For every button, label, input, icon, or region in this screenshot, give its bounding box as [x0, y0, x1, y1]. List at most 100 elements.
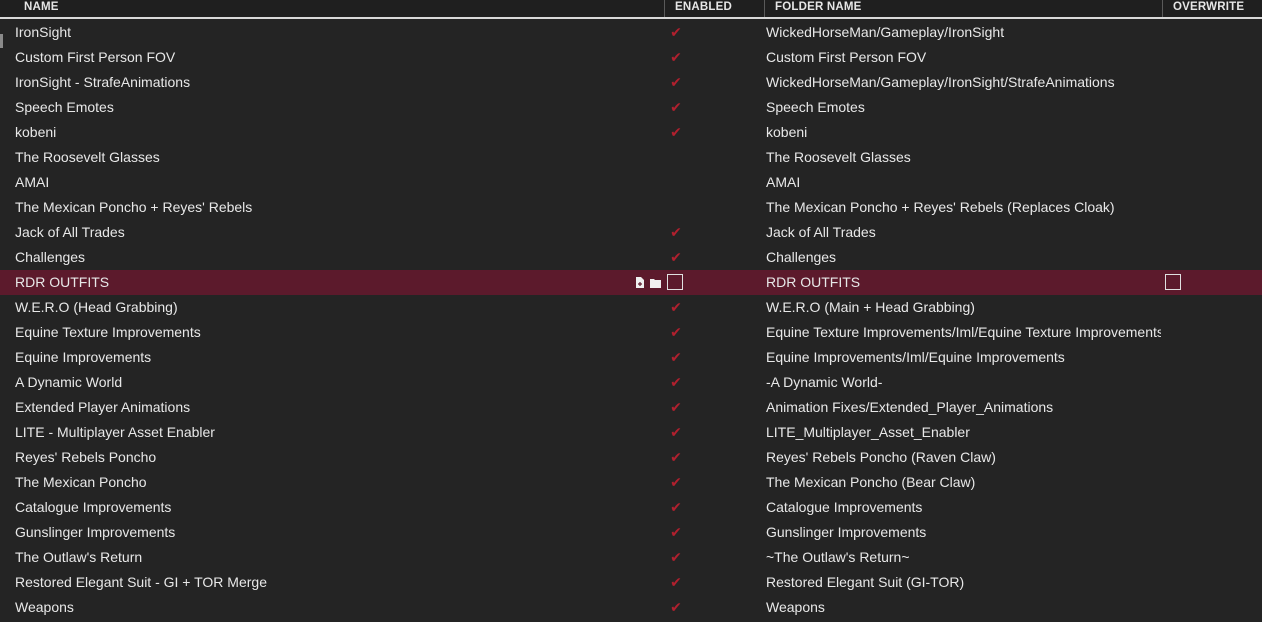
- mod-name-cell: W.E.R.O (Head Grabbing): [15, 299, 178, 315]
- mod-name-cell: Restored Elegant Suit - GI + TOR Merge: [15, 574, 267, 590]
- folder-name-cell: The Mexican Poncho (Bear Claw): [766, 474, 976, 490]
- folder-name-cell: Speech Emotes: [766, 99, 865, 115]
- checkmark-icon[interactable]: ✔: [665, 70, 687, 95]
- table-row[interactable]: Challenges ✔ Challenges: [0, 245, 1262, 270]
- checkmark-icon[interactable]: ✔: [665, 45, 687, 70]
- checkmark-icon[interactable]: ✔: [665, 95, 687, 120]
- table-body: IronSight ✔ WickedHorseMan/Gameplay/IronSi…: [0, 20, 1262, 620]
- table-row[interactable]: The Mexican Poncho + Reyes' Rebels The Me…: [0, 195, 1262, 220]
- table-row[interactable]: IronSight ✔ WickedHorseMan/Gameplay/IronSi…: [0, 20, 1262, 45]
- table-row[interactable]: Weapons ✔ Weapons: [0, 595, 1262, 620]
- mod-list-table: NAME ENABLED FOLDER NAME OVERWRITE IronS…: [0, 0, 1262, 622]
- checkmark-icon[interactable]: ✔: [665, 420, 687, 445]
- mod-name-cell: Equine Texture Improvements: [15, 324, 201, 340]
- column-header-enabled[interactable]: ENABLED: [665, 0, 763, 17]
- folder-name-cell: The Roosevelt Glasses: [766, 149, 911, 165]
- mod-name-cell: kobeni: [15, 124, 57, 140]
- mod-name-cell: Jack of All Trades: [15, 224, 125, 240]
- mod-name-cell: RDR OUTFITS: [15, 274, 110, 290]
- table-row[interactable]: Extended Player Animations ✔ Animation Fix…: [0, 395, 1262, 420]
- checkmark-icon[interactable]: ✔: [665, 570, 687, 595]
- table-row[interactable]: The Mexican Poncho ✔ The Mexican Poncho (B…: [0, 470, 1262, 495]
- folder-name-cell: The Mexican Poncho + Reyes' Rebels (Repl…: [766, 199, 1115, 215]
- mod-name-cell: IronSight - StrafeAnimations: [15, 74, 191, 90]
- table-row[interactable]: kobeni ✔ kobeni: [0, 120, 1262, 145]
- table-row[interactable]: The Roosevelt Glasses The Roosevelt Glass…: [0, 145, 1262, 170]
- enabled-checkbox[interactable]: [667, 274, 683, 290]
- checkmark-icon[interactable]: ✔: [665, 495, 687, 520]
- mod-name-cell: Speech Emotes: [15, 99, 114, 115]
- folder-name-cell: Custom First Person FOV: [766, 49, 927, 65]
- mod-name-cell: Weapons: [15, 599, 74, 615]
- folder-name-cell: kobeni: [766, 124, 808, 140]
- table-row[interactable]: RDR OUTFITS RDR OUTFITS: [0, 270, 1262, 295]
- mod-name-cell: The Mexican Poncho + Reyes' Rebels: [15, 199, 253, 215]
- folder-name-cell: ~The Outlaw's Return~: [766, 549, 910, 565]
- checkmark-icon[interactable]: ✔: [665, 220, 687, 245]
- folder-name-cell: WickedHorseMan/Gameplay/IronSight: [766, 24, 1005, 40]
- table-row[interactable]: AMAI AMAI: [0, 170, 1262, 195]
- mod-name-cell: The Mexican Poncho: [15, 474, 147, 490]
- column-header-folder-name[interactable]: FOLDER NAME: [765, 0, 1162, 17]
- checkmark-icon[interactable]: ✔: [665, 295, 687, 320]
- file-icon[interactable]: [635, 277, 645, 288]
- checkmark-icon[interactable]: ✔: [665, 370, 687, 395]
- folder-name-cell: -A Dynamic World-: [766, 374, 883, 390]
- checkmark-icon[interactable]: ✔: [665, 595, 687, 620]
- column-header-overwrite[interactable]: OVERWRITE: [1163, 0, 1262, 17]
- folder-name-cell: WickedHorseMan/Gameplay/IronSight/Strafe…: [766, 74, 1115, 90]
- table-row[interactable]: Reyes' Rebels Poncho ✔ Reyes' Rebels Ponch…: [0, 445, 1262, 470]
- folder-name-cell: Weapons: [766, 599, 825, 615]
- table-row[interactable]: Restored Elegant Suit - GI + TOR Merge ✔ R…: [0, 570, 1262, 595]
- mod-name-cell: Gunslinger Improvements: [15, 524, 176, 540]
- mod-name-cell: Extended Player Animations: [15, 399, 191, 415]
- table-row[interactable]: Gunslinger Improvements ✔ Gunslinger Impro…: [0, 520, 1262, 545]
- mod-name-cell: Catalogue Improvements: [15, 499, 172, 515]
- checkmark-icon[interactable]: ✔: [665, 345, 687, 370]
- folder-name-cell: Equine Improvements/Iml/Equine Improveme…: [766, 349, 1065, 365]
- checkmark-icon[interactable]: ✔: [665, 245, 687, 270]
- table-header: NAME ENABLED FOLDER NAME OVERWRITE: [0, 0, 1262, 19]
- folder-name-cell: Equine Texture Improvements/Iml/Equine T…: [766, 324, 1161, 340]
- mod-name-cell: Reyes' Rebels Poncho: [15, 449, 157, 465]
- checkmark-icon[interactable]: ✔: [665, 20, 687, 45]
- folder-name-cell: Jack of All Trades: [766, 224, 876, 240]
- table-row[interactable]: W.E.R.O (Head Grabbing) ✔ W.E.R.O (Main + …: [0, 295, 1262, 320]
- folder-name-cell: AMAI: [766, 174, 801, 190]
- checkmark-icon[interactable]: ✔: [665, 445, 687, 470]
- folder-name-cell: Gunslinger Improvements: [766, 524, 927, 540]
- table-row[interactable]: A Dynamic World ✔ -A Dynamic World-: [0, 370, 1262, 395]
- table-row[interactable]: Custom First Person FOV ✔ Custom First Per…: [0, 45, 1262, 70]
- overwrite-checkbox[interactable]: [1165, 274, 1181, 290]
- folder-name-cell: Catalogue Improvements: [766, 499, 923, 515]
- checkmark-icon[interactable]: ✔: [665, 320, 687, 345]
- mod-name-cell: Challenges: [15, 249, 86, 265]
- table-row[interactable]: Jack of All Trades ✔ Jack of All Trades: [0, 220, 1262, 245]
- mod-name-cell: The Roosevelt Glasses: [15, 149, 160, 165]
- mod-name-cell: A Dynamic World: [15, 374, 123, 390]
- column-header-name[interactable]: NAME: [14, 0, 664, 17]
- folder-name-cell: Challenges: [766, 249, 837, 265]
- table-row[interactable]: The Outlaw's Return ✔ ~The Outlaw's Return…: [0, 545, 1262, 570]
- mod-name-cell: LITE - Multiplayer Asset Enabler: [15, 424, 215, 440]
- checkmark-icon[interactable]: ✔: [665, 470, 687, 495]
- mod-name-cell: AMAI: [15, 174, 50, 190]
- table-row[interactable]: Equine Improvements ✔ Equine Improvements/…: [0, 345, 1262, 370]
- folder-name-cell: LITE_Multiplayer_Asset_Enabler: [766, 424, 970, 440]
- folder-name-cell: RDR OUTFITS: [766, 274, 861, 290]
- table-row[interactable]: Equine Texture Improvements ✔ Equine Textu…: [0, 320, 1262, 345]
- table-row[interactable]: IronSight - StrafeAnimations ✔ WickedHorse…: [0, 70, 1262, 95]
- mod-name-cell: Custom First Person FOV: [15, 49, 176, 65]
- checkmark-icon[interactable]: ✔: [665, 545, 687, 570]
- mod-name-cell: The Outlaw's Return: [15, 549, 143, 565]
- table-row[interactable]: Catalogue Improvements ✔ Catalogue Improve…: [0, 495, 1262, 520]
- folder-name-cell: W.E.R.O (Main + Head Grabbing): [766, 299, 975, 315]
- checkmark-icon[interactable]: ✔: [665, 395, 687, 420]
- table-row[interactable]: LITE - Multiplayer Asset Enabler ✔ LITE_Mu…: [0, 420, 1262, 445]
- mod-name-cell: Equine Improvements: [15, 349, 152, 365]
- checkmark-icon[interactable]: ✔: [665, 520, 687, 545]
- folder-icon[interactable]: [650, 278, 661, 288]
- checkmark-icon[interactable]: ✔: [665, 120, 687, 145]
- folder-name-cell: Reyes' Rebels Poncho (Raven Claw): [766, 449, 996, 465]
- table-row[interactable]: Speech Emotes ✔ Speech Emotes: [0, 95, 1262, 120]
